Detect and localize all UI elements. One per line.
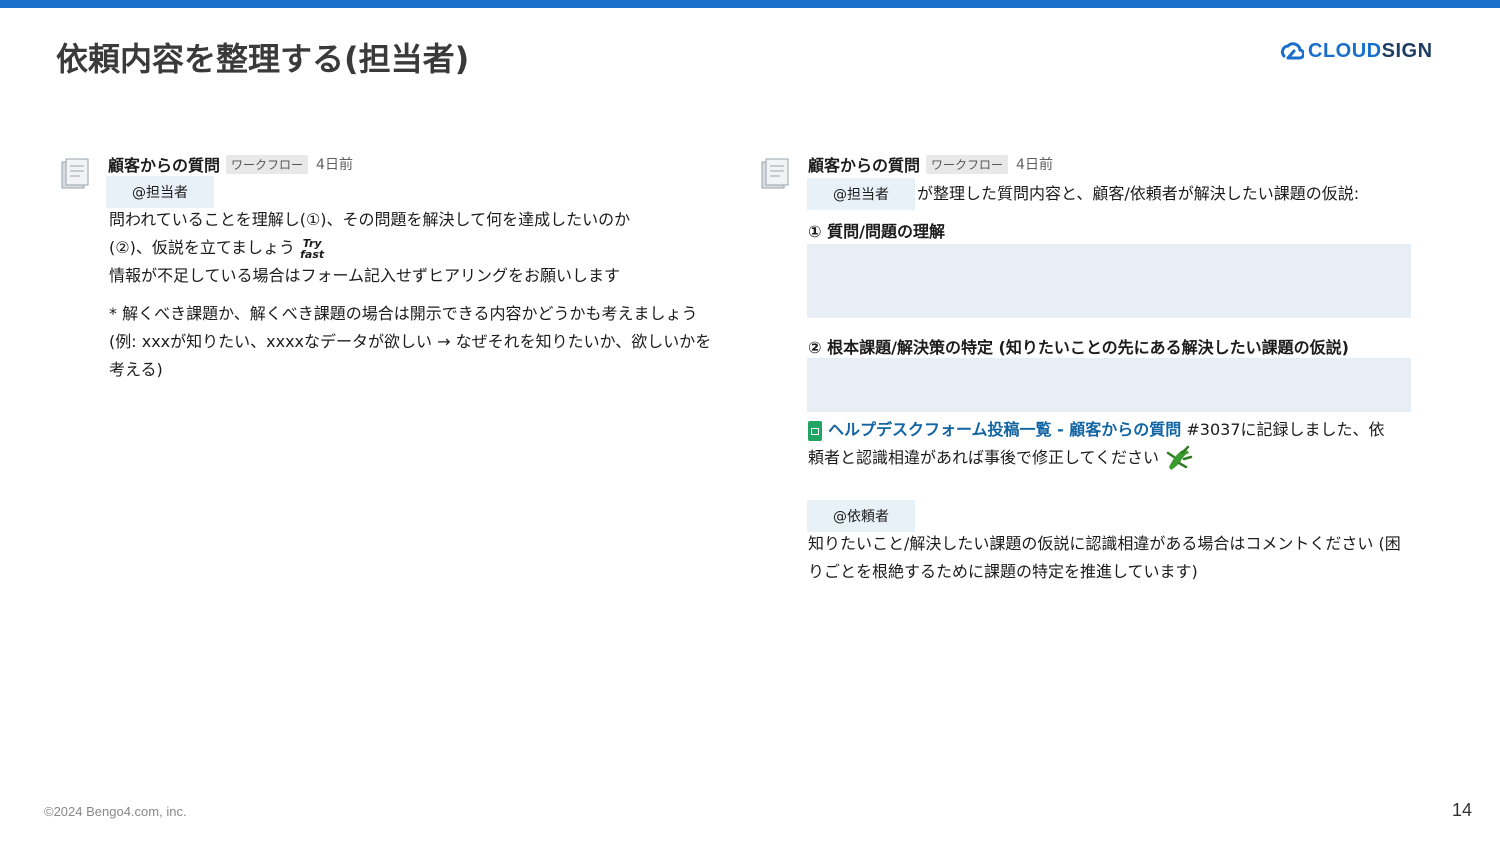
workflow-badge: ワークフロー <box>926 154 1009 174</box>
try-fast-emoji: Try fast <box>300 236 325 261</box>
form-list-link[interactable]: ヘルプデスクフォーム投稿一覧 - 顧客からの質問 <box>828 420 1181 439</box>
mention-tag[interactable]: @担当者 <box>807 178 915 210</box>
timestamp[interactable]: 4日前 <box>1016 154 1053 174</box>
copyright-footer: ©2024 Bengo4.com, inc. <box>44 804 187 819</box>
message-header: 顧客からの質問 ワークフロー 4日前 <box>108 152 353 176</box>
sender-name[interactable]: 顧客からの質問 <box>808 152 920 176</box>
message-body: 問われていることを理解し(①)、その問題を解決して何を達成したいのか (②)、仮… <box>109 206 719 384</box>
top-accent-bar <box>0 0 1500 8</box>
body-line: 情報が不足している場合はフォーム記入せずヒアリングをお願いします <box>109 266 621 285</box>
answer-box-1 <box>807 244 1411 318</box>
body-line: (②)、仮説を立てましょう Try fast <box>109 236 325 261</box>
heading-root-issue: ② 根本課題/解決策の特定 (知りたいことの先にある解決したい課題の仮説) <box>808 338 1349 357</box>
body-line: 問われていることを理解し(①)、その問題を解決して何を達成したいのか <box>109 210 631 229</box>
message-header: 顧客からの質問 ワークフロー 4日前 <box>808 152 1053 176</box>
slide-title: 依頼内容を整理する(担当者) <box>56 40 470 78</box>
answer-box-2 <box>807 358 1411 412</box>
cloud-logo-icon <box>1280 42 1304 60</box>
mention-suffix: が整理した質問内容と、顧客/依頼者が解決したい課題の仮説: <box>917 184 1360 203</box>
document-avatar-icon <box>61 158 89 189</box>
workflow-badge: ワークフロー <box>226 154 309 174</box>
heading-question-understanding: ① 質問/問題の理解 <box>808 222 945 241</box>
timestamp[interactable]: 4日前 <box>316 154 353 174</box>
closing-text: 知りたいこと/解決したい課題の仮説に認識相違がある場合はコメントください (困り… <box>808 534 1401 581</box>
spreadsheet-icon <box>808 420 822 441</box>
note-text: * 解くべき課題か、解くべき課題の場合は開示できる内容かどうかも考えましょう(例… <box>109 304 712 379</box>
gecko-emoji-icon <box>1166 445 1193 470</box>
record-message: ヘルプデスクフォーム投稿一覧 - 顧客からの質問 #3037に記録しました、依頼… <box>808 416 1398 473</box>
mention-tag[interactable]: @担当者 <box>106 176 214 208</box>
mention-tag-requester[interactable]: @依頼者 <box>807 500 915 532</box>
document-avatar-icon <box>761 158 789 189</box>
page-number: 14 <box>1452 800 1473 820</box>
right-message: 顧客からの質問 ワークフロー 4日前 @担当者 が整理した質問内容と、顧客/依頼… <box>760 152 1420 592</box>
sender-name[interactable]: 顧客からの質問 <box>108 152 220 176</box>
cloudsign-logo: CLOUDSIGN <box>1280 38 1433 64</box>
left-message: 顧客からの質問 ワークフロー 4日前 @担当者 問われていることを理解し(①)、… <box>60 152 720 392</box>
